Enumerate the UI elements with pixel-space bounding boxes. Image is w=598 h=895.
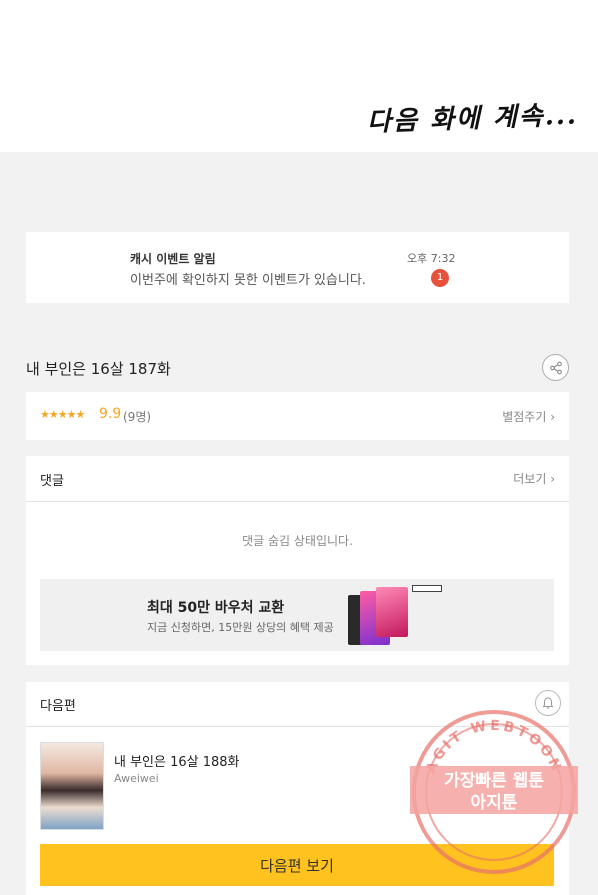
comments-card: 댓글 더보기 › 댓글 숨김 상태입니다. 최대 50만 바우처 교환 지금 신… xyxy=(26,456,569,665)
voucher-promo-banner[interactable]: 최대 50만 바우처 교환 지금 신청하면, 15만원 상당의 혜택 제공 xyxy=(40,579,554,651)
comments-more-link[interactable]: 더보기 › xyxy=(513,470,555,487)
next-episode-header: 다음편 xyxy=(40,699,76,714)
promo-subtitle: 지금 신청하면, 15만원 상당의 혜택 제공 xyxy=(147,621,334,634)
next-episode-author: Aweiwei xyxy=(114,772,159,785)
share-button[interactable] xyxy=(542,354,569,381)
notification-card[interactable]: 캐시 이벤트 알림 이번주에 확인하지 못한 이벤트가 있습니다. 오후 7:3… xyxy=(26,232,569,303)
next-episode-thumbnail[interactable] xyxy=(40,742,104,830)
notification-title: 캐시 이벤트 알림 xyxy=(130,252,216,266)
episode-title: 내 부인은 16살 187화 xyxy=(26,360,171,378)
divider xyxy=(26,726,569,727)
share-icon xyxy=(549,361,562,374)
rating-stars: ★★★★★ xyxy=(40,408,85,421)
to-be-continued-text: 다음 화에 계속... xyxy=(366,100,579,138)
bell-icon xyxy=(542,697,554,709)
rating-score: 9.9 xyxy=(99,406,122,422)
rating-count: (9명) xyxy=(123,410,152,424)
promo-title: 최대 50만 바우처 교환 xyxy=(147,600,285,616)
notification-time: 오후 7:32 xyxy=(407,252,456,265)
next-episode-title[interactable]: 내 부인은 16살 188화 xyxy=(114,751,240,770)
rate-button[interactable]: 별점주기 › xyxy=(502,408,555,425)
divider xyxy=(26,501,569,502)
subscribe-bell-button[interactable] xyxy=(535,690,561,716)
promo-card-image xyxy=(346,585,446,647)
promo-card-pink xyxy=(376,587,408,637)
comments-hidden-text: 댓글 숨김 상태입니다. xyxy=(242,534,353,548)
next-episode-button[interactable]: 다음편 보기 xyxy=(40,844,554,886)
rating-card: ★★★★★ 9.9 (9명) 별점주기 › xyxy=(26,392,569,440)
notification-body: 이번주에 확인하지 못한 이벤트가 있습니다. xyxy=(130,273,366,288)
comments-header: 댓글 xyxy=(40,474,64,489)
next-episode-card: 다음편 내 부인은 16살 188화 Aweiwei 다음편 보기 xyxy=(26,682,569,895)
promo-card-tag xyxy=(412,585,442,592)
notification-badge: 1 xyxy=(431,269,449,287)
webtoon-end-panel: 다음 화에 계속... xyxy=(0,0,598,152)
